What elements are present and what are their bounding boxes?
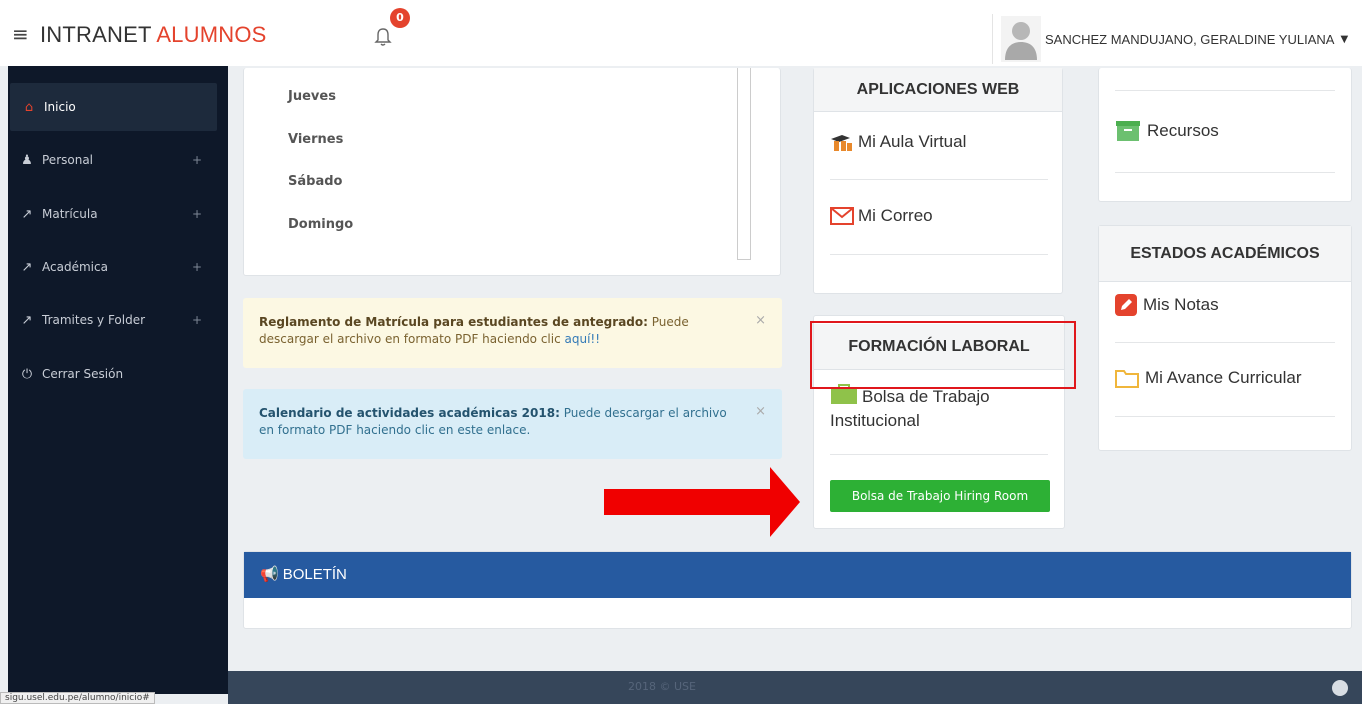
hamburger-menu-icon[interactable]: ≡ bbox=[12, 24, 29, 44]
red-arrow-annotation bbox=[604, 467, 800, 537]
avance-curricular-link[interactable]: Mi Avance Curricular bbox=[1115, 368, 1302, 388]
hiring-room-button[interactable]: Bolsa de Trabajo Hiring Room bbox=[830, 480, 1050, 512]
sidebar-item-label: Académica bbox=[42, 260, 108, 274]
sidebar-item-matricula[interactable]: ↗ Matrícula + bbox=[8, 190, 228, 238]
expand-plus-icon: + bbox=[191, 207, 202, 221]
divider bbox=[1115, 90, 1335, 91]
sidebar-item-label: Tramites y Folder bbox=[42, 313, 146, 327]
archive-box-icon bbox=[1116, 121, 1140, 141]
notas-label: Mis Notas bbox=[1143, 295, 1219, 314]
moodle-icon bbox=[831, 135, 852, 151]
aula-virtual-label: Mi Aula Virtual bbox=[858, 132, 967, 151]
calendario-alert: Calendario de actividades académicas 201… bbox=[243, 389, 782, 459]
external-link-icon: ↗ bbox=[21, 206, 33, 222]
correo-link[interactable]: Mi Correo bbox=[830, 206, 933, 226]
divider bbox=[1115, 342, 1335, 343]
sidebar-item-label: Personal bbox=[42, 153, 94, 167]
reglamento-alert: Reglamento de Matrícula para estudiantes… bbox=[243, 298, 782, 368]
divider bbox=[830, 179, 1048, 180]
schedule-scrollbar[interactable] bbox=[737, 68, 751, 260]
estados-academicos-card: ESTADOS ACADÉMICOS Mis Notas Mi Avance C… bbox=[1098, 225, 1352, 451]
recursos-link[interactable]: Recursos bbox=[1115, 120, 1219, 142]
card-title: APLICACIONES WEB bbox=[814, 68, 1062, 112]
bolsa-trabajo-link[interactable]: Bolsa de Trabajo Institucional bbox=[830, 384, 1050, 433]
expand-plus-icon: + bbox=[191, 153, 202, 167]
browser-status-url: sigu.usel.edu.pe/alumno/inicio# bbox=[0, 692, 155, 704]
mail-icon bbox=[830, 207, 854, 225]
alert-link[interactable]: aquí!! bbox=[565, 332, 601, 346]
boletin-panel: 📢 BOLETÍN bbox=[243, 551, 1352, 629]
sidebar-item-label: Cerrar Sesión bbox=[42, 367, 124, 381]
recursos-card: Recursos bbox=[1098, 68, 1352, 202]
sidebar-item-tramites[interactable]: ↗ Tramites y Folder + bbox=[8, 296, 228, 344]
expand-plus-icon: + bbox=[191, 260, 202, 274]
correo-label: Mi Correo bbox=[858, 206, 933, 225]
brand-accent-text: ALUMNOS bbox=[156, 22, 267, 47]
day-label: Domingo bbox=[288, 217, 354, 232]
user-icon: ♟ bbox=[21, 152, 33, 168]
brand-main-text: INTRANET bbox=[40, 22, 152, 47]
close-icon[interactable]: × bbox=[755, 312, 766, 329]
schedule-panel: Jueves Viernes Sábado Domingo bbox=[243, 68, 781, 276]
external-link-icon: ↗ bbox=[21, 312, 33, 328]
sidebar: ⌂ Inicio ♟ Personal + ↗ Matrícula + ↗ Ac… bbox=[8, 66, 228, 694]
day-label: Jueves bbox=[288, 89, 336, 104]
notas-link[interactable]: Mis Notas bbox=[1115, 294, 1219, 316]
aplicaciones-web-card: APLICACIONES WEB Mi Aula Virtual Mi Corr… bbox=[813, 68, 1063, 294]
sidebar-item-inicio[interactable]: ⌂ Inicio bbox=[10, 83, 217, 131]
sidebar-item-academica[interactable]: ↗ Académica + bbox=[8, 243, 228, 291]
external-link-icon: ↗ bbox=[21, 259, 33, 275]
alert-title: Calendario de actividades académicas 201… bbox=[259, 406, 560, 420]
caret-down-icon: ▼ bbox=[1340, 33, 1349, 45]
user-avatar bbox=[1001, 16, 1041, 62]
user-name: SANCHEZ MANDUJANO, GERALDINE YULIANA bbox=[1045, 31, 1335, 47]
sidebar-item-personal[interactable]: ♟ Personal + bbox=[8, 136, 228, 184]
brand-logo[interactable]: INTRANET ALUMNOS bbox=[40, 22, 267, 48]
notification-badge: 0 bbox=[390, 8, 410, 28]
close-icon[interactable]: × bbox=[755, 403, 766, 420]
avance-curricular-label: Mi Avance Curricular bbox=[1145, 368, 1302, 387]
day-label: Sábado bbox=[288, 174, 343, 189]
expand-plus-icon: + bbox=[191, 313, 202, 327]
footer-copyright: 2018 © USE bbox=[628, 680, 696, 693]
sidebar-item-label: Inicio bbox=[44, 100, 76, 114]
home-icon: ⌂ bbox=[24, 99, 34, 115]
alert-title: Reglamento de Matrícula para estudiantes… bbox=[259, 315, 648, 329]
bell-icon[interactable] bbox=[372, 26, 394, 48]
day-label: Viernes bbox=[288, 132, 344, 147]
pencil-square-icon bbox=[1115, 294, 1137, 316]
card-title: ESTADOS ACADÉMICOS bbox=[1099, 226, 1351, 282]
divider bbox=[1115, 172, 1335, 173]
recursos-label: Recursos bbox=[1147, 121, 1219, 140]
user-silhouette-icon bbox=[1005, 22, 1037, 60]
divider bbox=[1115, 416, 1335, 417]
megaphone-icon: 📢 bbox=[260, 566, 279, 583]
highlight-box bbox=[810, 321, 1076, 389]
user-menu[interactable]: SANCHEZ MANDUJANO, GERALDINE YULIANA ▼ bbox=[992, 14, 1352, 64]
boletin-header[interactable]: 📢 BOLETÍN bbox=[244, 552, 1351, 598]
power-icon: ⏻ bbox=[21, 366, 33, 382]
aula-virtual-link[interactable]: Mi Aula Virtual bbox=[830, 132, 966, 152]
folder-icon bbox=[1115, 370, 1139, 388]
top-navbar: ≡ INTRANET ALUMNOS 0 SANCHEZ MANDUJANO, … bbox=[0, 0, 1362, 66]
boletin-title: BOLETÍN bbox=[282, 566, 347, 583]
sidebar-item-label: Matrícula bbox=[42, 207, 98, 221]
divider bbox=[830, 454, 1048, 455]
sidebar-item-cerrar-sesion[interactable]: ⏻ Cerrar Sesión bbox=[8, 350, 228, 398]
divider bbox=[830, 254, 1048, 255]
footer: 2018 © USE bbox=[228, 671, 1362, 704]
scroll-top-icon[interactable] bbox=[1332, 680, 1348, 696]
